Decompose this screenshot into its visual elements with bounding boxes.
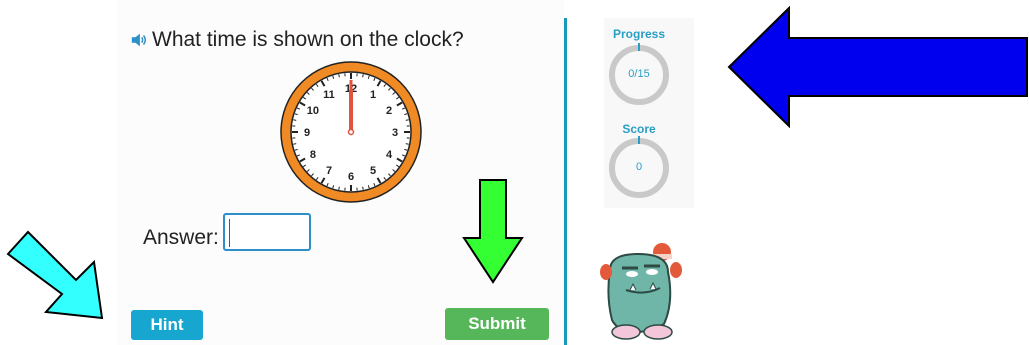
arrow-down-icon: [462, 179, 524, 284]
clock-tick: [405, 119, 409, 121]
monster-mascot-icon: [600, 243, 682, 340]
hint-button[interactable]: Hint: [131, 310, 203, 340]
clock-number: 1: [370, 89, 376, 101]
clock-center: [347, 128, 355, 136]
clock-number: 2: [386, 105, 392, 117]
clock-number: 7: [326, 165, 332, 177]
score-value: 0: [635, 161, 643, 173]
panel-divider: [564, 18, 567, 345]
clock-tick: [338, 74, 340, 78]
clock-tick: [293, 143, 297, 145]
arrow-left-icon: [727, 6, 1028, 128]
score-label: Score: [622, 122, 656, 136]
submit-button[interactable]: Submit: [445, 308, 549, 340]
clock-number: 9: [304, 127, 310, 139]
speaker-icon[interactable]: [130, 31, 148, 49]
question: What time is shown on the clock?: [130, 28, 464, 52]
clock-tick: [338, 186, 340, 190]
analog-clock: 121234567891011: [280, 61, 422, 203]
clock-number: 3: [392, 127, 398, 139]
clock-tick: [405, 143, 409, 145]
clock-tick: [362, 74, 364, 78]
clock-number: 6: [348, 171, 354, 183]
progress-label: Progress: [612, 27, 666, 41]
answer-input[interactable]: [223, 213, 311, 251]
arrow-down-right-icon: [6, 230, 104, 320]
clock-number: 5: [370, 165, 376, 177]
clock-number: 4: [386, 149, 393, 161]
answer-label: Answer:: [143, 226, 219, 249]
clock-tick: [293, 119, 297, 121]
clock-number: 11: [323, 89, 335, 101]
progress-value: 0/15: [628, 68, 650, 80]
clock-number: 8: [310, 149, 316, 161]
question-text: What time is shown on the clock?: [152, 28, 464, 51]
clock-tick: [362, 186, 364, 190]
text-caret: [229, 219, 230, 247]
clock-number: 10: [307, 105, 319, 117]
